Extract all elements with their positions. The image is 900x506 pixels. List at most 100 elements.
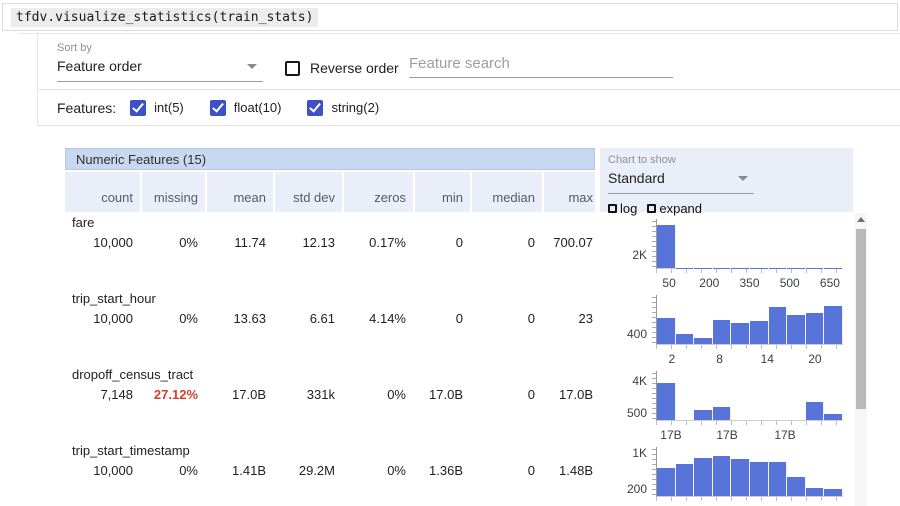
histogram-bar[interactable]	[713, 456, 732, 496]
table-rows: fare10,0000%11.7412.130.17%00700.07trip_…	[65, 212, 595, 506]
histogram-bar[interactable]	[657, 468, 676, 496]
stat-value: 27.12%	[140, 387, 205, 402]
checkbox-checked-icon[interactable]	[210, 100, 226, 116]
x-axis-labels: 2 8 14 20	[656, 352, 843, 366]
feature-name: dropoff_census_tract	[65, 364, 595, 382]
feature-filter-label: int(5)	[154, 100, 184, 115]
histogram-bar[interactable]	[731, 323, 750, 344]
x-axis-label: 14	[761, 352, 774, 366]
chart-to-show-value: Standard	[608, 170, 665, 186]
scrollbar-thumb[interactable]	[856, 229, 866, 409]
charts: 2K502003505006504002814204K50017B17B17B1…	[600, 212, 853, 506]
x-axis-label: 2	[669, 352, 676, 366]
reverse-order-toggle[interactable]: Reverse order	[285, 60, 399, 76]
histogram-bar[interactable]	[657, 318, 676, 344]
sort-row: Sort by Feature order Reverse order	[38, 33, 900, 90]
histogram-bar[interactable]	[694, 458, 713, 496]
histogram-bar[interactable]	[787, 477, 806, 496]
feature-filter-int[interactable]: int(5)	[130, 100, 184, 116]
histogram-trip_start_hour: 400281420	[600, 288, 853, 364]
chart-header: Chart to show Standard log expand	[600, 148, 853, 212]
histogram-bar[interactable]	[713, 320, 732, 344]
histogram-bar[interactable]	[824, 489, 843, 496]
y-axis-label: 1K	[632, 446, 647, 460]
stat-value: 11.74	[205, 235, 273, 250]
x-axis-label: 200	[699, 276, 719, 290]
feature-name: fare	[65, 212, 595, 230]
histogram-bar[interactable]	[713, 407, 732, 420]
x-axis-ticks	[656, 421, 843, 425]
histogram-bar[interactable]	[824, 306, 843, 344]
feature-filter-string[interactable]: string(2)	[307, 100, 379, 116]
stat-value: 4.14%	[342, 311, 413, 326]
x-axis-label: 20	[808, 352, 821, 366]
stat-value: 6.61	[273, 311, 342, 326]
histogram-bar[interactable]	[769, 462, 788, 496]
y-axis-label: 500	[627, 406, 647, 420]
histogram-bar[interactable]	[824, 414, 843, 420]
column-header-missing: missing	[140, 172, 205, 212]
plot-area	[656, 447, 843, 506]
histogram-bar[interactable]	[806, 313, 825, 344]
histogram-plot	[656, 219, 843, 269]
feature-filter-float[interactable]: float(10)	[210, 100, 282, 116]
histogram-plot	[656, 447, 843, 497]
stat-value: 0	[470, 463, 542, 478]
x-axis-labels: 17B17B17B	[656, 428, 843, 442]
y-axis-label: 2K	[632, 248, 647, 262]
chart-to-show-select[interactable]: Chart to show Standard	[608, 154, 754, 194]
x-axis-label: 650	[820, 276, 840, 290]
scroll-up-button[interactable]	[855, 213, 867, 226]
histogram-bar[interactable]	[750, 321, 769, 344]
sort-by-value: Feature order	[57, 58, 142, 74]
histogram-bar[interactable]	[731, 459, 750, 496]
sort-by-select[interactable]: Sort by Feature order	[57, 42, 263, 82]
histogram-plot	[656, 371, 843, 421]
stat-value: 0	[470, 387, 542, 402]
x-axis-label: 17B	[774, 428, 795, 442]
features-label: Features:	[57, 100, 116, 116]
y-axis: 4K500	[600, 371, 656, 421]
histogram-bar[interactable]	[787, 315, 806, 344]
feature-search-input[interactable]	[409, 52, 673, 78]
stat-value: 29.2M	[273, 463, 342, 478]
x-axis-label: 500	[780, 276, 800, 290]
histogram-dropoff_census_tract: 4K50017B17B17B	[600, 364, 853, 440]
chart-to-show-label: Chart to show	[608, 154, 754, 166]
histogram-bar[interactable]	[694, 410, 713, 420]
histogram-bar[interactable]	[676, 464, 695, 496]
histogram-bar[interactable]	[750, 462, 769, 496]
feature-stats: 10,0000%1.41B29.2M0%1.36B01.48B	[65, 463, 595, 478]
histogram-bar[interactable]	[806, 488, 825, 496]
x-axis-labels: 50200350500650	[656, 276, 843, 290]
y-axis: 1K200	[600, 447, 656, 497]
code-cell[interactable]: tfdv.visualize_statistics(train_stats)	[2, 3, 898, 31]
histogram-bar[interactable]	[676, 334, 695, 344]
column-header-mean: mean	[205, 172, 273, 212]
stat-value: 23	[542, 311, 595, 326]
stat-value: 700.07	[542, 235, 595, 250]
table-row: trip_start_hour10,0000%13.636.614.14%002…	[65, 288, 595, 364]
histogram-bar[interactable]	[806, 402, 825, 420]
stat-value: 17.0B	[542, 387, 595, 402]
feature-stats: 10,0000%11.7412.130.17%00700.07	[65, 235, 595, 250]
histogram-bar[interactable]	[694, 338, 713, 344]
stat-value: 0.17%	[342, 235, 413, 250]
x-axis-ticks	[656, 345, 843, 349]
histogram-bar[interactable]	[769, 307, 788, 344]
checkbox-checked-icon[interactable]	[307, 100, 323, 116]
plot-area: 2 8 14 20	[656, 295, 843, 364]
stat-value: 0	[470, 311, 542, 326]
stat-value: 0	[470, 235, 542, 250]
stat-value: 12.13	[273, 235, 342, 250]
x-axis-label: 17B	[660, 428, 681, 442]
controls-panel: Sort by Feature order Reverse order Feat…	[37, 33, 900, 126]
reverse-order-checkbox[interactable]	[285, 61, 300, 76]
charts-scrollbar[interactable]	[855, 213, 867, 506]
checkbox-checked-icon[interactable]	[130, 100, 146, 116]
histogram-bar[interactable]	[657, 225, 676, 268]
stat-value: 1.41B	[205, 463, 273, 478]
x-axis-label: 8	[716, 352, 723, 366]
histogram-bar[interactable]	[657, 383, 676, 420]
column-header-count: count	[65, 172, 140, 212]
